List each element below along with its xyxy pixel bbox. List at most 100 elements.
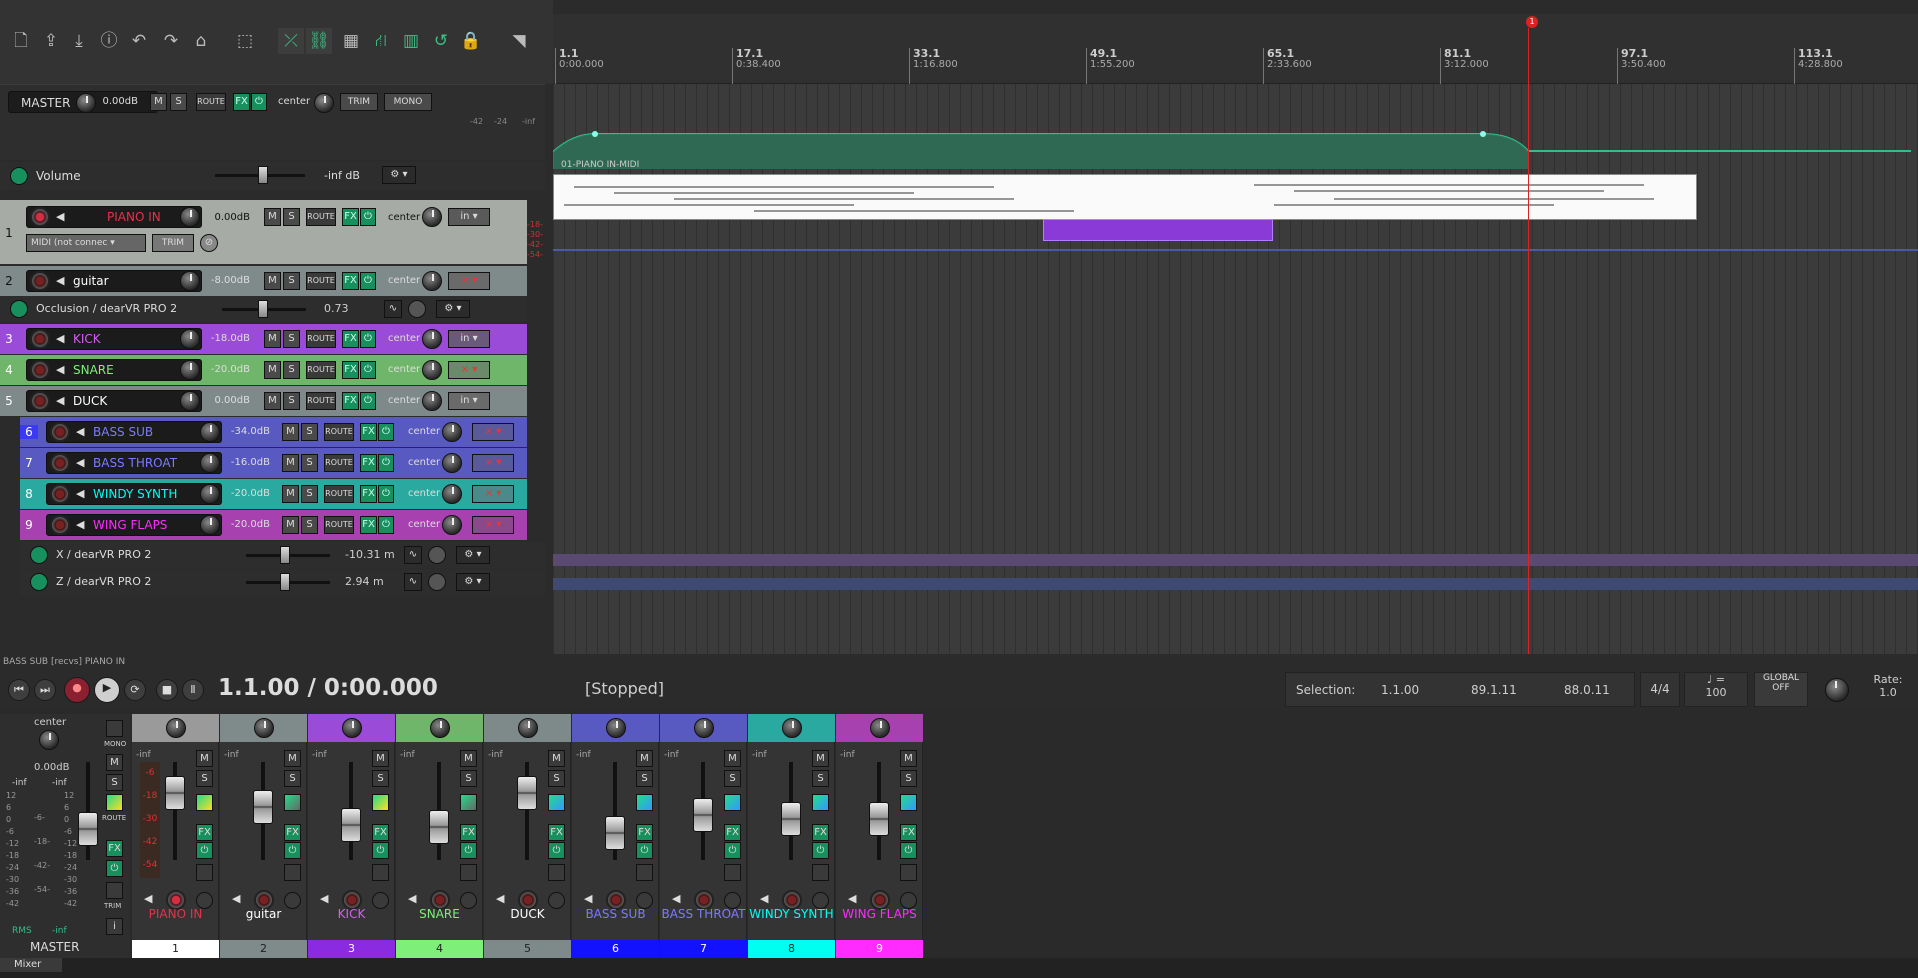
record-arm-button[interactable] xyxy=(30,207,50,227)
fx-button[interactable]: FX xyxy=(342,330,359,348)
solo-button[interactable]: S xyxy=(301,516,318,534)
play-button[interactable]: ▶ xyxy=(94,677,120,703)
input-select[interactable]: in ▾ xyxy=(448,392,490,410)
master-mute-button[interactable]: M xyxy=(106,754,123,771)
route-icon[interactable] xyxy=(636,794,653,811)
selection-end[interactable]: 89.1.11 xyxy=(1471,683,1517,697)
env-button[interactable] xyxy=(460,864,477,881)
solo-button[interactable]: S xyxy=(812,770,829,787)
z-env-slider-thumb[interactable] xyxy=(280,573,290,591)
mute-button[interactable]: M xyxy=(264,208,281,226)
occlusion-slider-thumb[interactable] xyxy=(258,300,268,318)
phase-button[interactable]: ⊘ xyxy=(200,234,218,252)
pan-knob[interactable] xyxy=(430,718,450,738)
fx-power-button[interactable]: ⏻ xyxy=(360,392,376,410)
fx-button[interactable]: FX xyxy=(196,824,213,841)
env-button[interactable] xyxy=(724,864,741,881)
mute-button[interactable]: M xyxy=(548,750,565,767)
master-pan-knob[interactable] xyxy=(39,730,59,750)
solo-button[interactable]: S xyxy=(196,770,213,787)
loop-icon[interactable]: ↺ xyxy=(428,28,454,54)
envelope-mode-button[interactable] xyxy=(408,300,426,318)
pan-knob[interactable] xyxy=(166,718,186,738)
project-marker[interactable]: 1 xyxy=(1526,16,1538,28)
fader[interactable] xyxy=(605,816,625,850)
mute-button[interactable]: M xyxy=(372,750,389,767)
master-fx-power-button[interactable]: ⏻ xyxy=(106,860,123,877)
fader[interactable] xyxy=(869,802,889,836)
track-9[interactable]: 9 WING FLAPS ◀ -20.0dB M S ROUTE FX ⏻ ce… xyxy=(20,510,527,540)
mixer-tab[interactable]: Mixer xyxy=(0,958,62,972)
route-button[interactable]: ROUTE xyxy=(306,392,336,410)
env-button[interactable] xyxy=(636,864,653,881)
new-project-icon[interactable]: 🗋 xyxy=(8,28,34,54)
mute-button[interactable]: M xyxy=(282,516,299,534)
master-trim-icon[interactable] xyxy=(106,882,123,899)
pan-knob[interactable] xyxy=(606,718,626,738)
input-select[interactable]: × ▾ xyxy=(472,423,514,441)
selection-length[interactable]: 88.0.11 xyxy=(1564,683,1610,697)
record-arm-button[interactable] xyxy=(50,453,70,473)
route-button[interactable]: ROUTE xyxy=(324,516,354,534)
solo-button[interactable]: S xyxy=(900,770,917,787)
fader[interactable] xyxy=(693,798,713,832)
mixer-strip-9[interactable]: -inf M S FX ⏻ ◀ WING FLAPS 9 xyxy=(836,714,923,958)
master-fx-power-button[interactable]: ⏻ xyxy=(251,93,267,111)
mute-button[interactable]: M xyxy=(284,750,301,767)
solo-button[interactable]: S xyxy=(372,770,389,787)
input-select[interactable]: × ▾ xyxy=(472,485,514,503)
occlusion-bypass-button[interactable] xyxy=(10,300,28,318)
track-name-box[interactable]: KICK xyxy=(26,328,202,350)
z-env-bypass-button[interactable] xyxy=(30,573,48,591)
master-mono-button[interactable]: MONO xyxy=(384,93,432,111)
pan-knob[interactable] xyxy=(442,422,462,442)
time-signature[interactable]: 4/4 xyxy=(1640,672,1680,707)
project-settings-icon[interactable]: ⓘ xyxy=(96,28,122,54)
mute-button[interactable]: M xyxy=(282,423,299,441)
fx-power-button[interactable]: ⏻ xyxy=(378,423,394,441)
x-env-mode-button[interactable] xyxy=(428,546,446,564)
fx-power-button[interactable]: ⏻ xyxy=(378,485,394,503)
track-6[interactable]: 6 BASS SUB ◀ -34.0dB M S ROUTE FX ⏻ cent… xyxy=(20,417,527,447)
env-button[interactable] xyxy=(196,864,213,881)
input-select[interactable]: in ▾ xyxy=(448,330,490,348)
input-select[interactable]: in ▾ xyxy=(448,208,490,226)
route-button[interactable]: ROUTE xyxy=(324,423,354,441)
route-icon[interactable] xyxy=(460,794,477,811)
ripple-edit-icon[interactable]: ⤫ xyxy=(278,28,304,54)
fader[interactable] xyxy=(341,808,361,842)
input-select[interactable]: × ▾ xyxy=(448,361,490,379)
solo-button[interactable]: S xyxy=(636,770,653,787)
track-3[interactable]: 3 KICK ◀ -18.0dB M S ROUTE FX ⏻ center i… xyxy=(0,324,527,354)
master-mute-button[interactable]: M xyxy=(150,93,167,111)
fx-power-button[interactable]: ⏻ xyxy=(360,361,376,379)
trim-button[interactable]: TRIM xyxy=(152,234,194,252)
fx-power-button[interactable]: ⏻ xyxy=(548,842,565,859)
rate-knob[interactable] xyxy=(1825,678,1849,702)
z-env-settings-button[interactable]: ⚙ ▾ xyxy=(456,573,490,591)
mixer-strip-6[interactable]: -inf M S FX ⏻ ◀ BASS SUB 6 xyxy=(572,714,659,958)
record-button[interactable]: ● xyxy=(64,677,90,703)
route-button[interactable]: ROUTE xyxy=(306,272,336,290)
mixer-strip-4[interactable]: -inf M S FX ⏻ ◀ SNARE 4 xyxy=(396,714,483,958)
open-project-icon[interactable]: ⇪ xyxy=(38,28,64,54)
fx-button[interactable]: FX xyxy=(360,516,377,534)
envelope-settings-button[interactable]: ⚙ ▾ xyxy=(436,300,470,318)
master-trim-button[interactable]: TRIM xyxy=(340,93,378,111)
solo-button[interactable]: S xyxy=(283,330,300,348)
route-button[interactable]: ROUTE xyxy=(324,485,354,503)
track-5[interactable]: 5 DUCK ◀ 0.00dB M S ROUTE FX ⏻ center in… xyxy=(0,386,527,416)
route-icon[interactable] xyxy=(724,794,741,811)
pan-knob[interactable] xyxy=(422,329,442,349)
pan-knob[interactable] xyxy=(782,718,802,738)
pan-knob[interactable] xyxy=(422,271,442,291)
fader[interactable] xyxy=(253,790,273,824)
mixer-strip-3[interactable]: -inf M S FX ⏻ ◀ KICK 3 xyxy=(308,714,395,958)
env-button[interactable] xyxy=(372,864,389,881)
route-icon[interactable] xyxy=(196,794,213,811)
solo-button[interactable]: S xyxy=(283,361,300,379)
solo-button[interactable]: S xyxy=(460,770,477,787)
mixer-strip-8[interactable]: -inf M S FX ⏻ ◀ WINDY SYNTH 8 xyxy=(748,714,835,958)
pan-knob[interactable] xyxy=(442,515,462,535)
fx-button[interactable]: FX xyxy=(360,423,377,441)
